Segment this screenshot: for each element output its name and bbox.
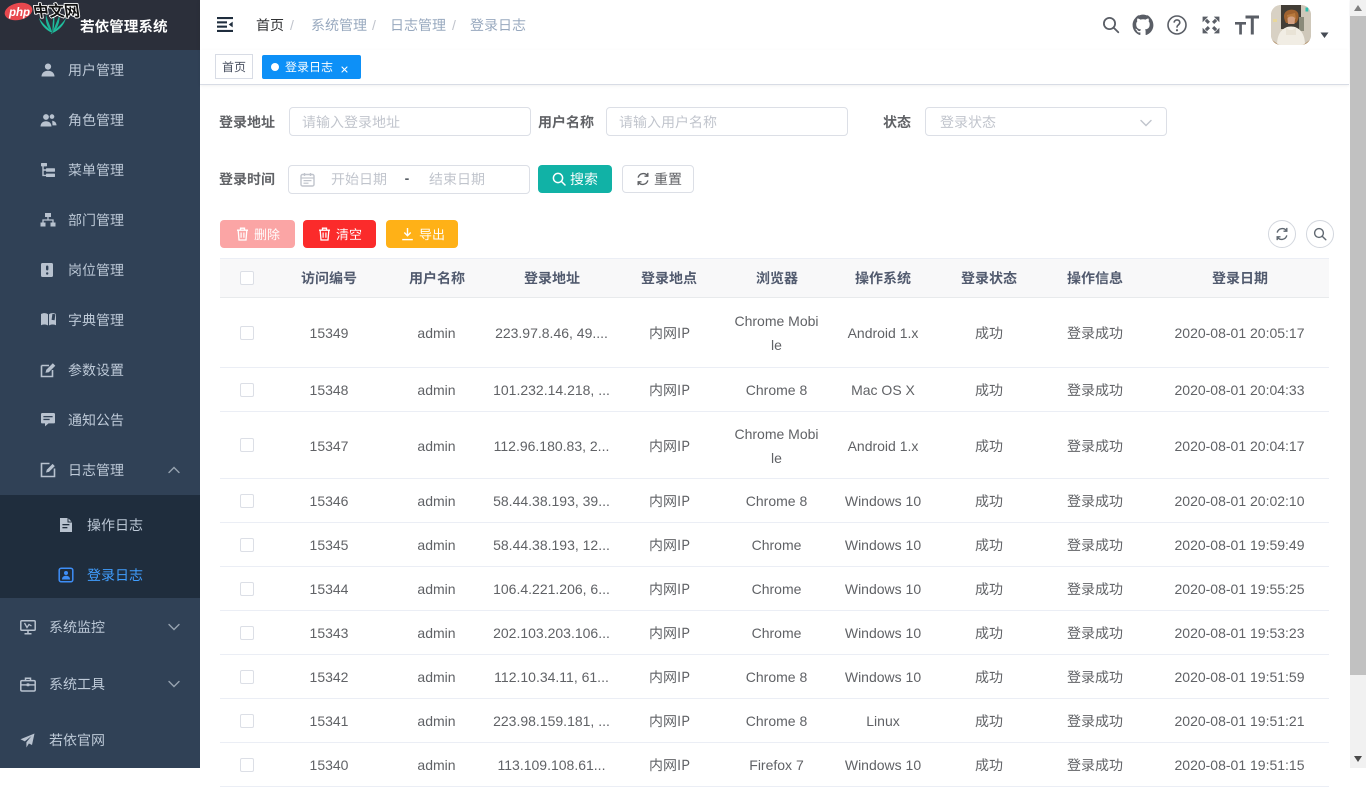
svg-text:php: php [8,7,30,19]
